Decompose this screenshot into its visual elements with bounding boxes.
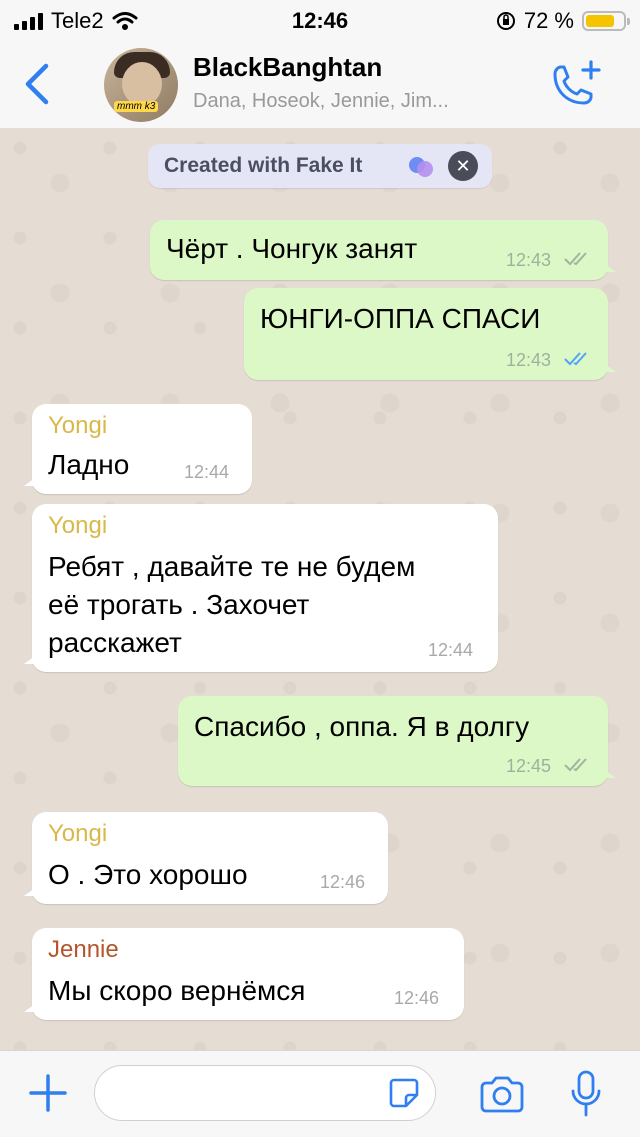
sender-name: Yongi: [48, 412, 108, 439]
avatar-tag: mmm k3: [114, 101, 159, 112]
message-text: Ладно: [48, 449, 130, 480]
double-check-icon: [564, 352, 587, 366]
add-call-icon[interactable]: [545, 58, 603, 112]
camera-icon[interactable]: [478, 1075, 526, 1115]
battery-percent: 72 %: [523, 8, 574, 33]
message-bubble[interactable]: ЮНГИ-ОППА СПАСИ 12:43: [244, 288, 616, 380]
chat-header: mmm k3 BlackBanghtan Dana, Hoseok, Jenni…: [0, 42, 640, 129]
chat-title[interactable]: BlackBanghtan: [193, 52, 382, 83]
message-text: Мы скоро вернёмся: [48, 975, 306, 1006]
message-input[interactable]: [94, 1065, 436, 1121]
message-time: 12:46: [394, 988, 440, 1008]
message-bubble[interactable]: Yongi О . Это хорошо 12:46: [24, 812, 388, 904]
message-text: Ребят , давайте те не будем её трогать .…: [48, 551, 416, 658]
sender-name: Yongi: [48, 512, 108, 539]
chat-bubbles-icon: [409, 157, 433, 177]
orientation-lock-icon: [496, 12, 515, 30]
message-text: Спасибо , оппа. Я в долгу: [194, 711, 530, 742]
message-time: 12:44: [184, 462, 230, 482]
double-check-icon: [564, 252, 587, 266]
sender-name: Yongi: [48, 820, 108, 847]
message-bubble[interactable]: Jennie Мы скоро вернёмся 12:46: [24, 928, 464, 1020]
close-icon[interactable]: ✕: [448, 151, 478, 181]
banner-label: Created with Fake It: [164, 154, 363, 177]
message-time: 12:45: [506, 756, 552, 776]
message-text: Чёрт . Чонгук занят: [166, 233, 418, 264]
chat-members[interactable]: Dana, Hoseok, Jennie, Jim...: [193, 90, 449, 113]
message-time: 12:43: [506, 350, 552, 370]
sticker-icon[interactable]: [388, 1077, 420, 1109]
message-bubble[interactable]: Чёрт . Чонгук занят 12:43: [150, 220, 616, 280]
chat-area[interactable]: Created with Fake It ✕ Чёрт . Чонгук зан…: [0, 128, 640, 1050]
double-check-icon: [564, 758, 587, 772]
status-bar: Tele2 12:46 72 %: [0, 0, 640, 42]
message-text: О . Это хорошо: [48, 859, 248, 890]
battery-icon: [582, 11, 630, 31]
sender-name: Jennie: [48, 936, 119, 963]
message-bubble[interactable]: Yongi Ребят , давайте те не будем её тро…: [24, 504, 498, 672]
message-bubble[interactable]: Спасибо , оппа. Я в долгу 12:45: [178, 696, 616, 786]
plus-icon[interactable]: [28, 1073, 68, 1113]
message-time: 12:46: [320, 872, 366, 892]
message-time: 12:43: [506, 250, 552, 270]
chevron-left-icon[interactable]: [18, 62, 58, 106]
fake-it-banner: Created with Fake It ✕: [148, 144, 492, 188]
microphone-icon[interactable]: [566, 1069, 606, 1119]
composer-bar: [0, 1050, 640, 1137]
message-text: ЮНГИ-ОППА СПАСИ: [260, 303, 541, 334]
group-avatar[interactable]: mmm k3: [104, 48, 178, 122]
message-bubble[interactable]: Yongi Ладно 12:44: [24, 404, 252, 494]
message-time: 12:44: [428, 640, 474, 660]
status-right: 72 %: [496, 8, 630, 34]
